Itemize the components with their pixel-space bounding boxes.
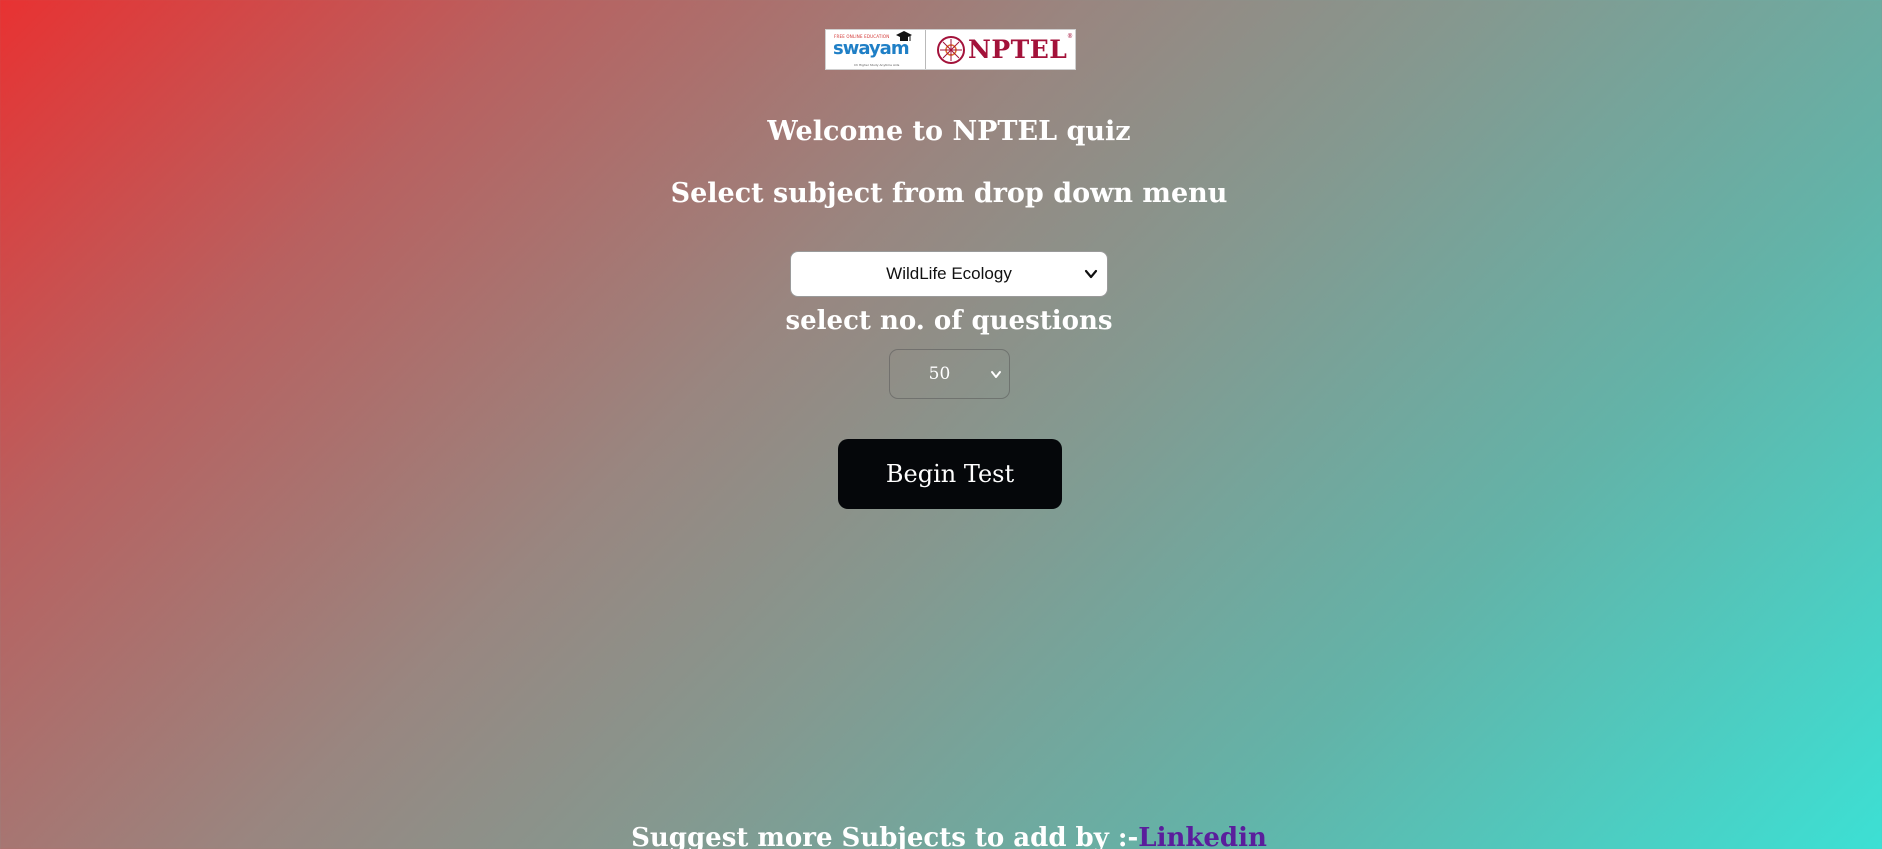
begin-test-button[interactable]: Begin Test bbox=[838, 439, 1062, 509]
footer-suggestion: Suggest more Subjects to add by :-Linked… bbox=[0, 823, 1882, 849]
nptel-logo: NPTEL ® bbox=[926, 30, 1075, 69]
subject-heading: Select subject from drop down menu bbox=[670, 178, 1228, 209]
chevron-down-icon bbox=[991, 371, 1001, 378]
swayam-nptel-logo: FREE ONLINE EDUCATION swayam Ch Higher S… bbox=[825, 29, 1076, 70]
registered-mark: ® bbox=[1067, 33, 1073, 40]
questions-count-heading: select no. of questions bbox=[785, 306, 1113, 336]
question-count-value: 50 bbox=[928, 364, 951, 384]
nptel-emblem-icon bbox=[937, 35, 965, 64]
subject-select-value: WildLife Ecology bbox=[886, 264, 1012, 283]
subject-select[interactable]: WildLife Ecology bbox=[790, 251, 1108, 297]
welcome-title: Welcome to NPTEL quiz bbox=[767, 116, 1131, 147]
question-count-select[interactable]: 50 bbox=[889, 349, 1010, 399]
nptel-wordmark: NPTEL bbox=[968, 35, 1068, 64]
footer-text: Suggest more Subjects to add by :- bbox=[631, 823, 1139, 849]
swayam-tagline: Ch Higher Study Anytime Aids bbox=[854, 63, 900, 67]
swayam-logo: FREE ONLINE EDUCATION swayam Ch Higher S… bbox=[826, 30, 926, 69]
swayam-wordmark: swayam bbox=[833, 38, 910, 59]
linkedin-link[interactable]: Linkedin bbox=[1138, 823, 1267, 849]
chevron-down-icon bbox=[1084, 269, 1098, 279]
